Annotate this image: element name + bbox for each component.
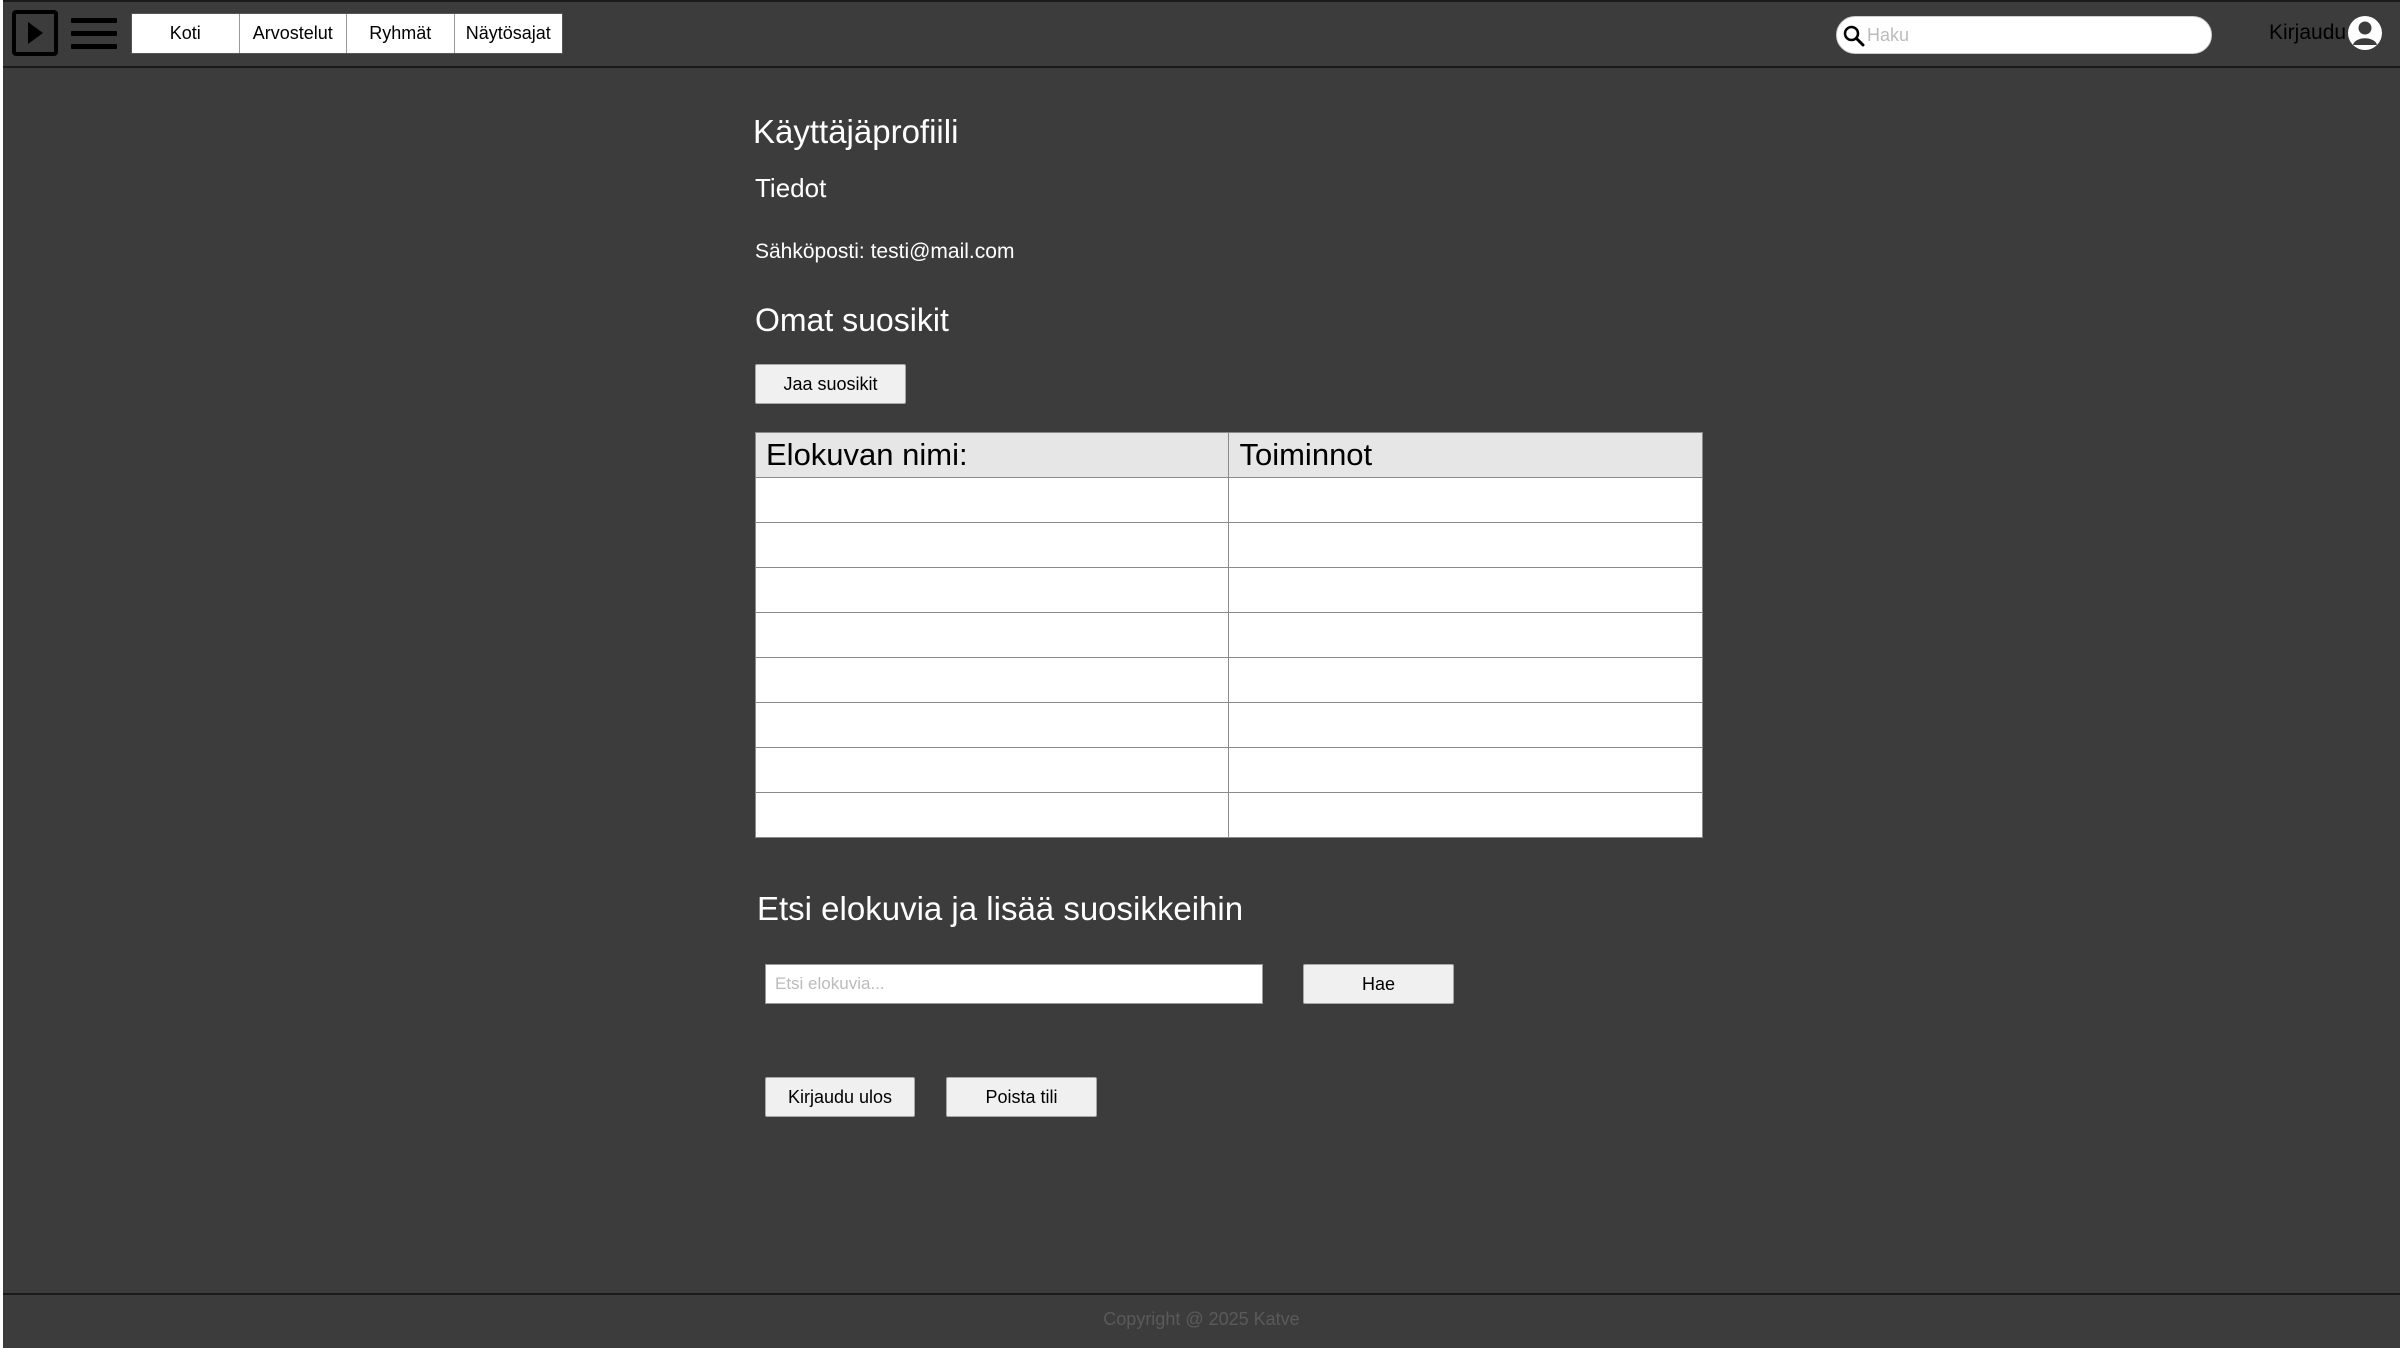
table-row (754, 747, 1703, 793)
table-row (754, 477, 1703, 523)
table-cell-actions (1228, 792, 1703, 838)
footer: Copyright @ 2025 Katve (3, 1293, 2400, 1348)
play-logo-icon[interactable] (12, 10, 58, 56)
table-cell-movie-name (754, 657, 1230, 703)
table-cell-movie-name (754, 702, 1230, 748)
table-cell-movie-name (754, 567, 1230, 613)
email-value: testi@mail.com (870, 240, 1015, 263)
logout-button[interactable]: Kirjaudu ulos (765, 1077, 915, 1117)
main-nav: Koti Arvostelut Ryhmät Näytösajat (131, 13, 563, 54)
table-row (754, 702, 1703, 748)
email-row: Sähköposti: testi@mail.com (755, 240, 1014, 264)
search-icon (1843, 25, 1865, 47)
table-cell-actions (1228, 522, 1703, 568)
copyright-text: Copyright @ 2025 Katve (1103, 1309, 1300, 1329)
table-row (754, 567, 1703, 613)
table-cell-movie-name (754, 477, 1230, 523)
column-header-movie-name: Elokuvan nimi: (754, 432, 1230, 478)
table-cell-actions (1228, 657, 1703, 703)
table-cell-movie-name (754, 612, 1230, 658)
header-search (1836, 16, 2212, 54)
table-cell-movie-name (754, 792, 1230, 838)
table-cell-movie-name (754, 522, 1230, 568)
table-cell-actions (1228, 567, 1703, 613)
email-label: Sähköposti: (755, 240, 865, 263)
user-avatar-icon[interactable] (2347, 15, 2383, 51)
info-heading: Tiedot (755, 173, 827, 203)
app-frame: Koti Arvostelut Ryhmät Näytösajat Kirjau… (3, 0, 2400, 1348)
nav-tab-naytosajat[interactable]: Näytösajat (454, 14, 562, 53)
table-row (754, 792, 1703, 838)
nav-tab-koti[interactable]: Koti (132, 14, 240, 53)
nav-tab-ryhmat[interactable]: Ryhmät (347, 14, 455, 53)
nav-tab-arvostelut[interactable]: Arvostelut (239, 14, 347, 53)
share-favorites-button[interactable]: Jaa suosikit (755, 364, 906, 404)
page-title: Käyttäjäprofiili (753, 113, 959, 150)
column-header-actions: Toiminnot (1228, 432, 1703, 478)
table-cell-actions (1228, 477, 1703, 523)
table-row (754, 612, 1703, 658)
login-link[interactable]: Kirjaudu (2269, 21, 2346, 45)
table-cell-actions (1228, 702, 1703, 748)
table-header-row: Elokuvan nimi: Toiminnot (754, 432, 1703, 478)
top-bar: Koti Arvostelut Ryhmät Näytösajat Kirjau… (3, 0, 2400, 68)
favorites-table: Elokuvan nimi: Toiminnot (754, 432, 1703, 838)
movie-search-button[interactable]: Hae (1303, 964, 1454, 1004)
table-row (754, 522, 1703, 568)
table-row (754, 657, 1703, 703)
delete-account-button[interactable]: Poista tili (946, 1077, 1097, 1117)
hamburger-menu-icon[interactable] (71, 18, 117, 50)
table-cell-actions (1228, 747, 1703, 793)
header-search-input[interactable] (1867, 21, 2197, 49)
favorites-heading: Omat suosikit (755, 302, 949, 338)
movie-search-heading: Etsi elokuvia ja lisää suosikkeihin (757, 890, 1244, 927)
movie-search-input[interactable] (765, 964, 1263, 1004)
table-cell-actions (1228, 612, 1703, 658)
table-cell-movie-name (754, 747, 1230, 793)
